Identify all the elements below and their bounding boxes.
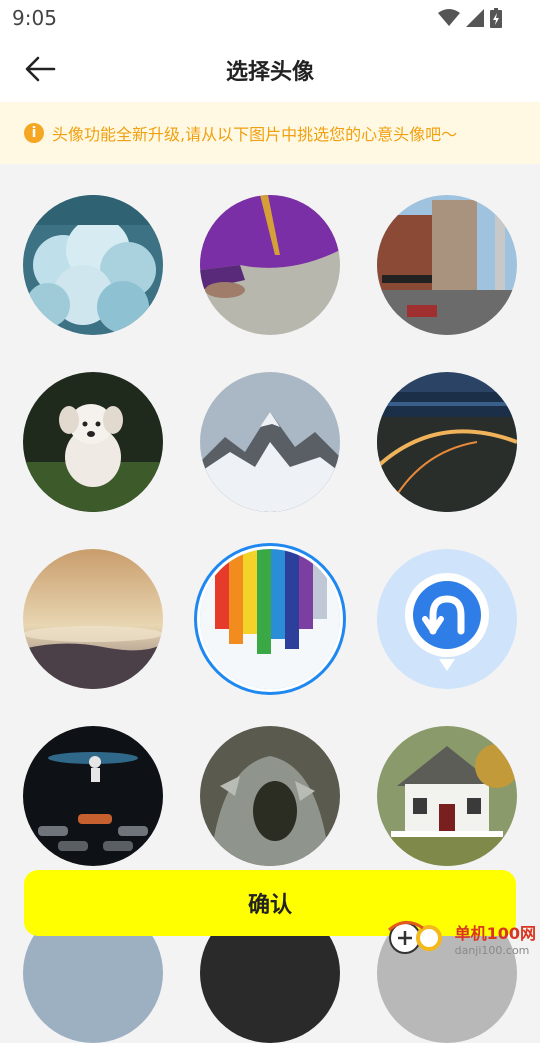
avatar-option-rock-tree[interactable] xyxy=(200,726,340,866)
avatar-option-purple-fabric[interactable] xyxy=(200,195,340,335)
status-icons xyxy=(438,8,502,28)
avatar-option-astronaut-cars[interactable] xyxy=(23,726,163,866)
avatar-option-snowy-mountains[interactable] xyxy=(200,372,340,512)
info-icon: i xyxy=(24,123,44,143)
notice-banner: i 头像功能全新升级,请从以下图片中挑选您的心意头像吧～ xyxy=(0,102,540,164)
avatar-option-clouds[interactable] xyxy=(23,195,163,335)
watermark-url: danji100.com xyxy=(454,943,530,957)
notice-text: 头像功能全新升级,请从以下图片中挑选您的心意头像吧～ xyxy=(52,125,458,144)
status-time: 9:05 xyxy=(12,6,57,30)
avatar-option-rainbow-paint[interactable] xyxy=(200,549,340,689)
watermark: 单机100网 danji100.com xyxy=(385,918,536,958)
avatar-option-city-street[interactable] xyxy=(377,195,517,335)
signal-icon xyxy=(466,9,484,27)
status-bar: 9:05 xyxy=(0,0,540,36)
watermark-title: 单机100网 xyxy=(454,923,536,943)
avatar-option-u-turn-app-icon[interactable] xyxy=(377,549,517,689)
watermark-logo-icon xyxy=(387,921,442,954)
avatar-grid xyxy=(0,164,540,1043)
wifi-icon xyxy=(438,9,460,26)
avatar-option-foggy-sunrise[interactable] xyxy=(23,549,163,689)
battery-icon xyxy=(490,8,502,28)
page-title: 选择头像 xyxy=(225,60,314,85)
avatar-option-white-house[interactable] xyxy=(377,726,517,866)
avatar-option-night-bridge[interactable] xyxy=(377,372,517,512)
header-bar: 选择头像 xyxy=(0,36,540,102)
avatar-option-running-dog[interactable] xyxy=(23,372,163,512)
